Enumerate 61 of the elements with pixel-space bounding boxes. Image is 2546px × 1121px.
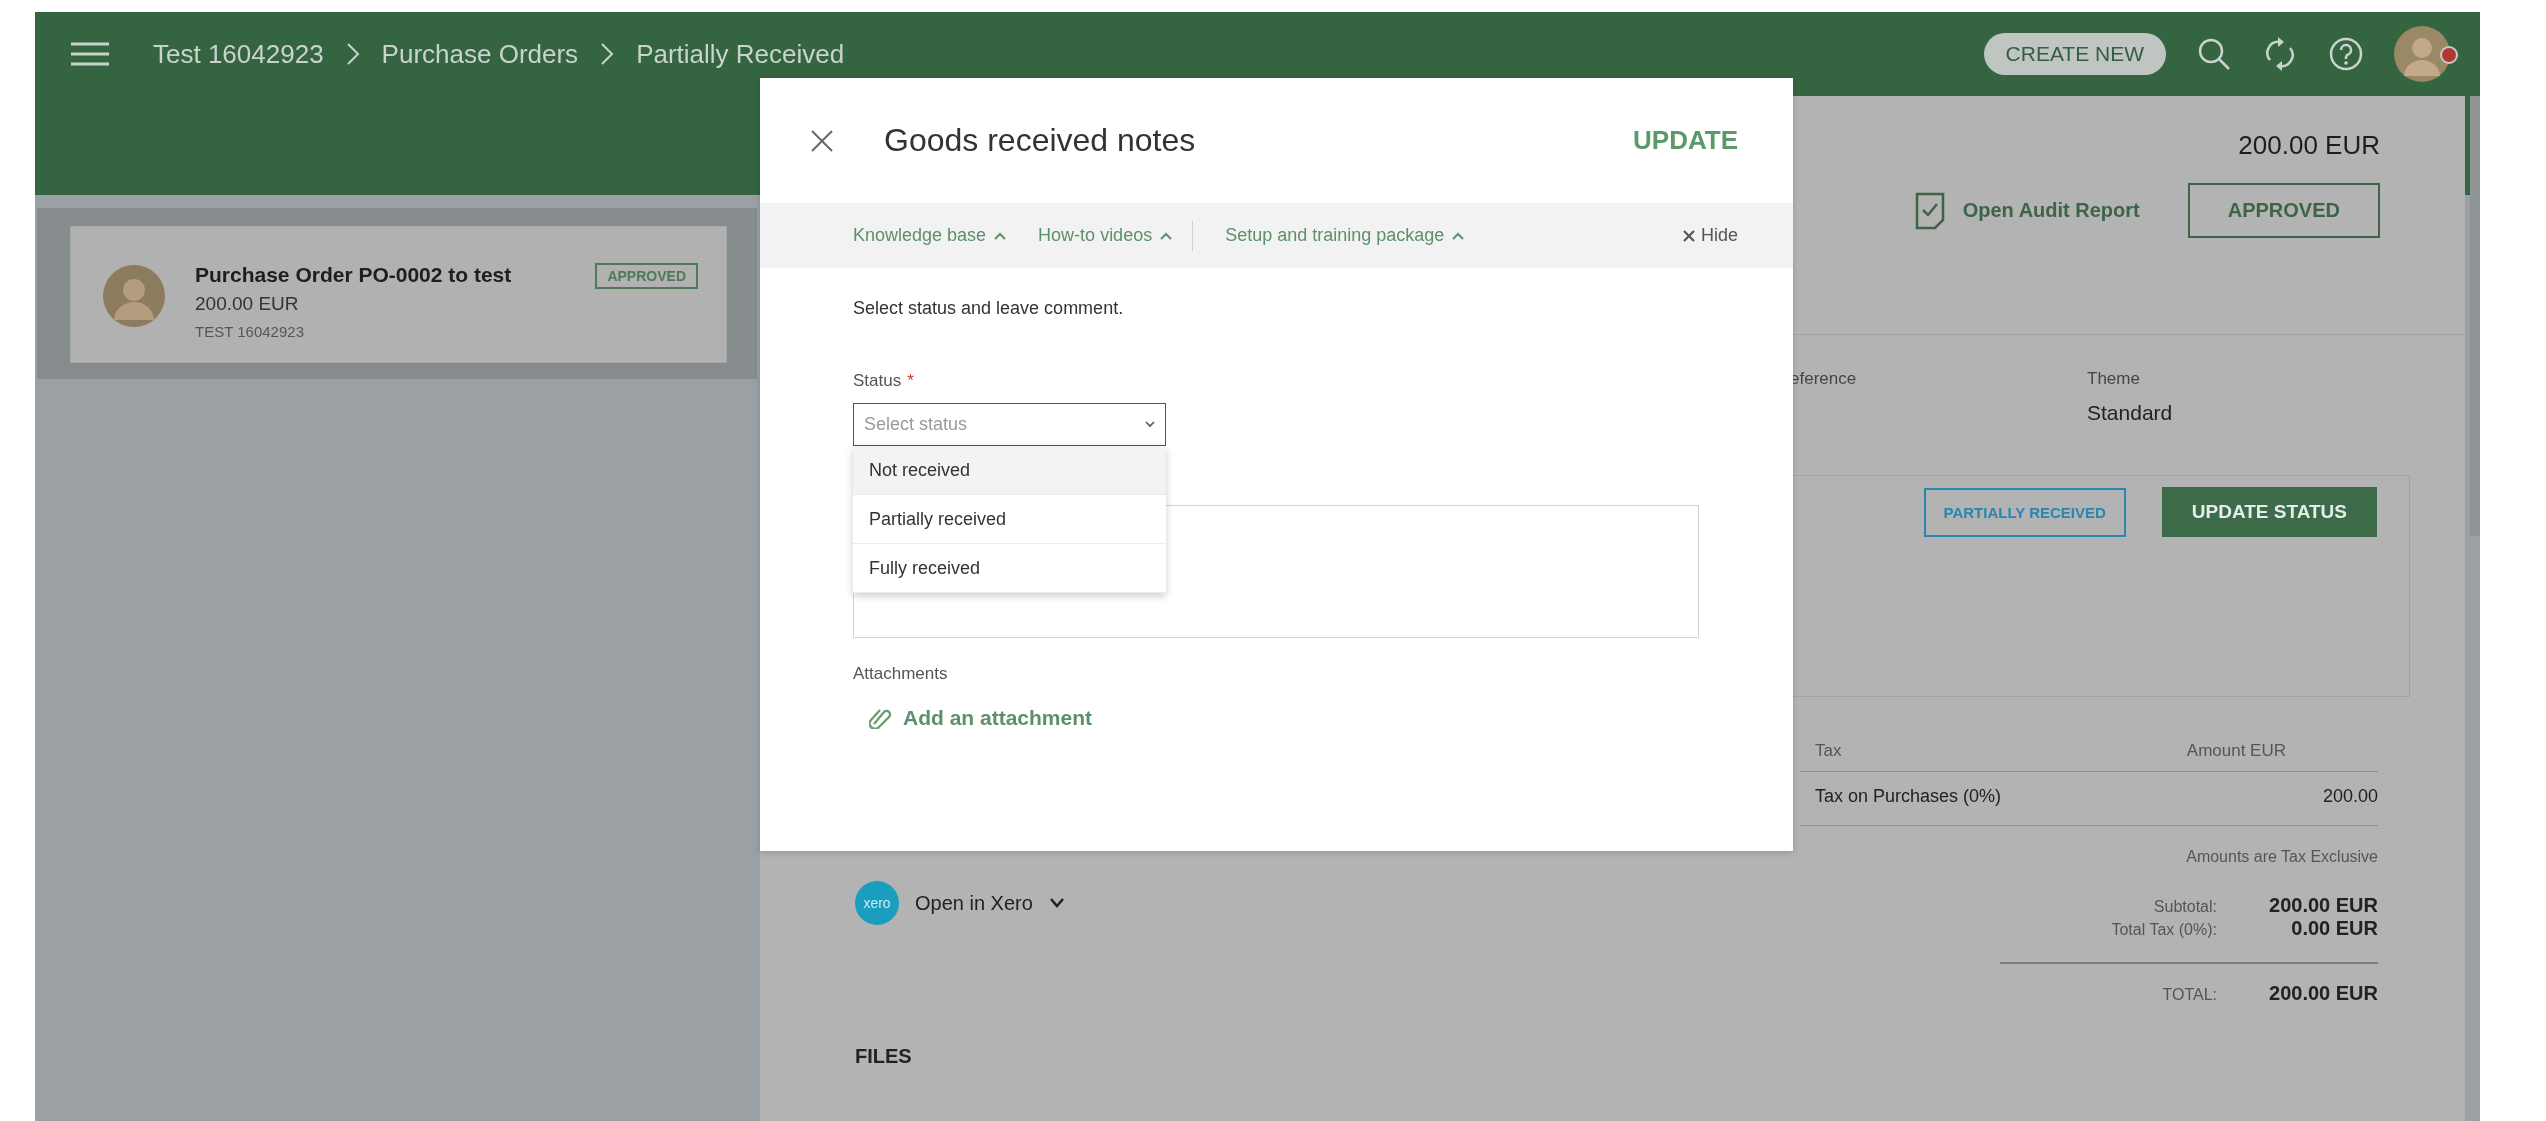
breadcrumb-link[interactable]: Partially Received bbox=[636, 38, 845, 70]
dropdown-option[interactable]: Not received bbox=[853, 446, 1166, 495]
close-icon bbox=[1682, 229, 1695, 242]
close-icon[interactable] bbox=[810, 128, 834, 153]
audit-report-link[interactable]: Open Audit Report bbox=[1914, 191, 2140, 230]
total-label: Total Tax (0%): bbox=[2111, 921, 2217, 939]
help-link[interactable]: Setup and training package bbox=[1225, 225, 1465, 246]
breadcrumb-link[interactable]: Purchase Orders bbox=[381, 38, 579, 70]
help-link[interactable]: Knowledge base bbox=[853, 225, 1007, 246]
purchase-order-card[interactable]: Purchase Order PO-0002 to test 200.00 EUR TEST 16042923 APPROVED bbox=[70, 226, 727, 363]
create-new-button[interactable]: CREATE NEW bbox=[1983, 33, 2166, 75]
chevron-right-icon bbox=[600, 42, 615, 66]
paperclip-icon bbox=[869, 707, 891, 729]
total-value: 200.00 EUR bbox=[2268, 894, 2378, 917]
xero-logo: xero bbox=[855, 881, 899, 925]
avatar-icon[interactable] bbox=[2394, 26, 2450, 82]
update-status-button[interactable]: UPDATE STATUS bbox=[2161, 487, 2377, 537]
column-header: Amount EUR bbox=[2186, 741, 2287, 761]
dialog-title: Goods received notes bbox=[884, 122, 1196, 159]
caret-up-icon bbox=[1160, 231, 1173, 240]
instruction-text: Select status and leave comment. bbox=[853, 298, 1125, 319]
table-cell: 200.00 bbox=[2322, 786, 2378, 807]
caret-up-icon bbox=[1452, 231, 1465, 240]
approved-button[interactable]: APPROVED bbox=[2187, 183, 2380, 238]
chevron-right-icon bbox=[345, 42, 360, 66]
breadcrumb-link[interactable]: Test 16042923 bbox=[153, 38, 324, 70]
column-header: Tax bbox=[1815, 741, 1842, 761]
caret-up-icon bbox=[994, 231, 1007, 240]
tax-note: Amounts are Tax Exclusive bbox=[2185, 848, 2378, 866]
help-link[interactable]: How-to videos bbox=[1038, 225, 1173, 246]
hide-link[interactable]: Hide bbox=[1682, 225, 1738, 246]
chevron-down-icon bbox=[1145, 421, 1155, 428]
status-dropdown[interactable]: Select status bbox=[853, 403, 1166, 446]
menu-icon[interactable] bbox=[71, 41, 109, 67]
avatar-icon bbox=[103, 265, 165, 327]
total-label: TOTAL: bbox=[2162, 986, 2217, 1004]
checked-document-icon bbox=[1914, 191, 1945, 230]
field-label: Attachments bbox=[853, 664, 949, 684]
field-label: Status bbox=[853, 371, 902, 391]
required-mark: * bbox=[907, 371, 914, 391]
status-badge: PARTIALLY RECEIVED bbox=[1923, 487, 2126, 537]
chevron-down-icon[interactable] bbox=[1048, 897, 1065, 909]
field-label: eference bbox=[1790, 369, 1858, 389]
section-heading: FILES bbox=[855, 1045, 913, 1068]
open-in-xero-link[interactable]: Open in Xero bbox=[915, 891, 1033, 915]
company-name: TEST 16042923 bbox=[195, 323, 305, 340]
help-icon[interactable] bbox=[2328, 36, 2364, 72]
total-label: Subtotal: bbox=[2153, 898, 2217, 916]
field-label: Theme bbox=[2087, 369, 2141, 389]
total-amount: 200.00 EUR bbox=[2238, 130, 2380, 161]
total-value: 0.00 EUR bbox=[2290, 917, 2378, 940]
add-attachment-link[interactable]: Add an attachment bbox=[869, 706, 1699, 730]
total-value: 200.00 EUR bbox=[2268, 982, 2378, 1005]
search-icon[interactable] bbox=[2196, 36, 2232, 72]
update-button[interactable]: UPDATE bbox=[1633, 125, 1738, 156]
field-value: Standard bbox=[2087, 401, 2174, 425]
scrollbar[interactable] bbox=[2470, 96, 2480, 536]
order-amount: 200.00 EUR bbox=[195, 293, 300, 315]
order-title: Purchase Order PO-0002 to test bbox=[195, 263, 513, 287]
status-badge: APPROVED bbox=[595, 263, 698, 289]
table-cell: Tax on Purchases (0%) bbox=[1815, 786, 2002, 807]
